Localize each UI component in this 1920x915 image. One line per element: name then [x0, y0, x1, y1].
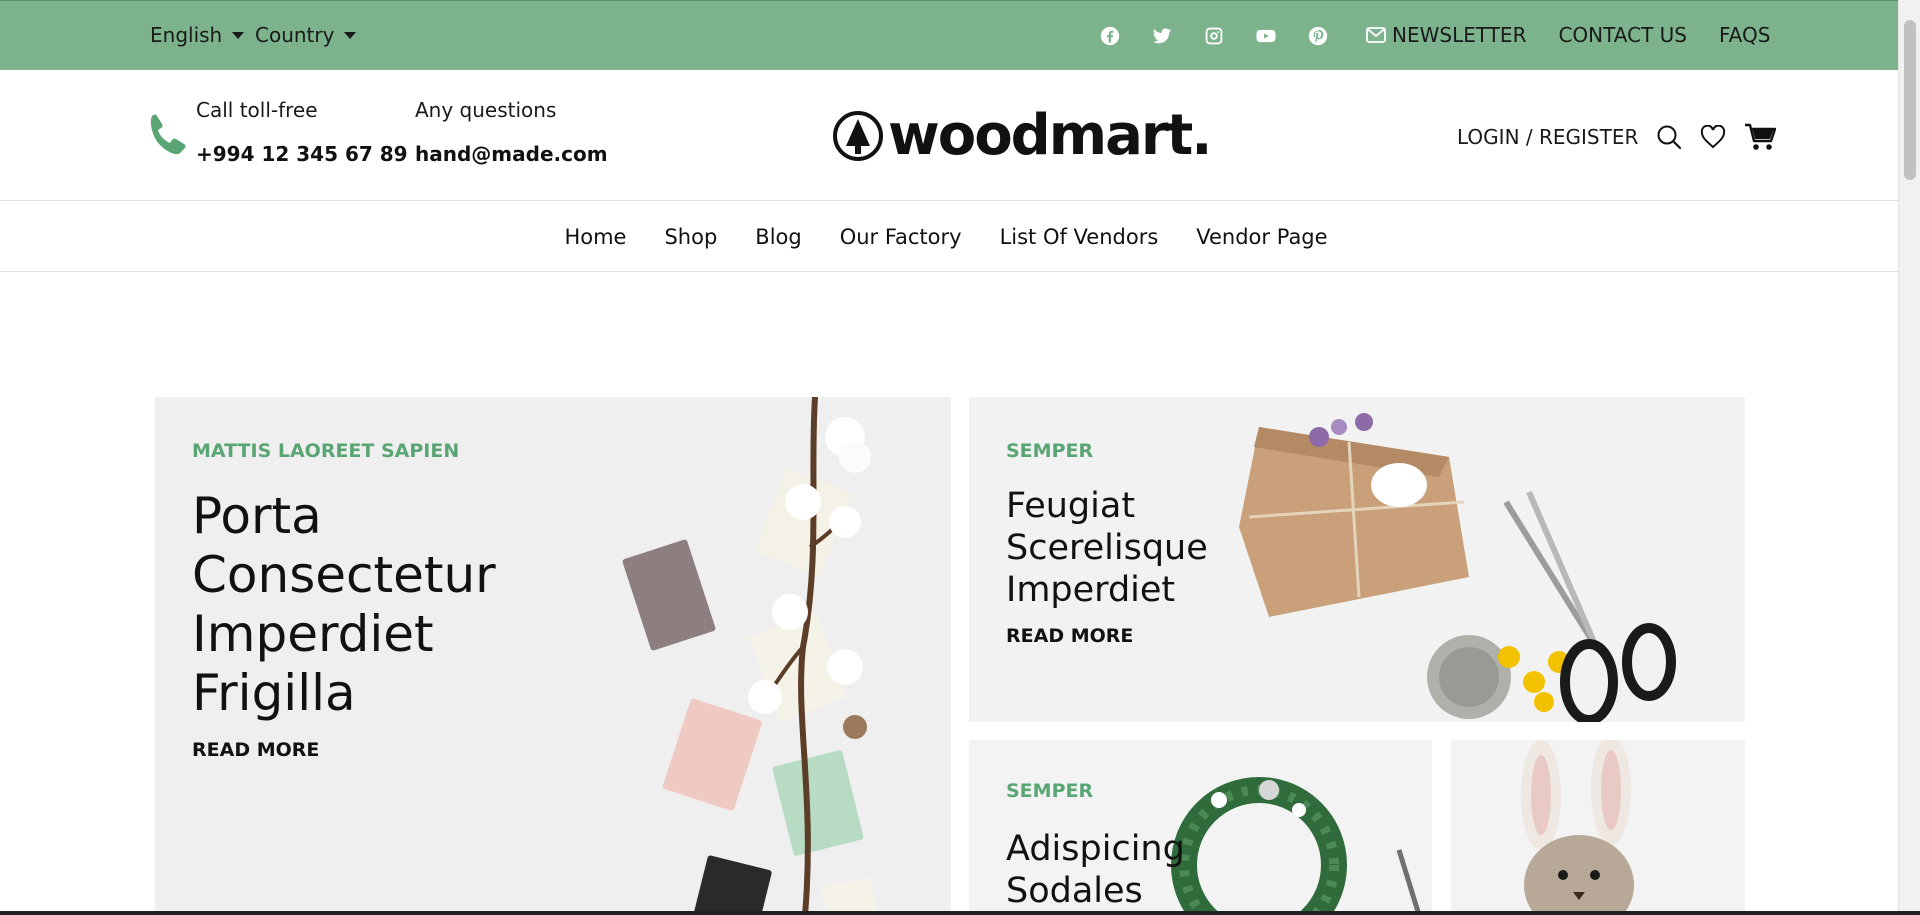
read-more-link[interactable]: READ MORE	[192, 739, 319, 761]
scrollbar-thumb[interactable]	[1904, 20, 1916, 180]
email-address[interactable]: hand@made.com	[415, 142, 608, 166]
country-label: Country	[255, 23, 335, 47]
window-bottom-edge	[0, 911, 1920, 915]
twitter-icon[interactable]	[1152, 26, 1172, 46]
youtube-icon[interactable]	[1256, 26, 1276, 46]
banner-title-line: Sodales	[1006, 871, 1143, 911]
instagram-icon[interactable]	[1204, 26, 1224, 46]
banner-title-line: Frigilla	[192, 664, 356, 722]
chevron-down-icon	[232, 31, 245, 39]
nav-item-vendor-page[interactable]: Vendor Page	[1196, 225, 1327, 249]
banner-title: Feugiat Scerelisque Imperdiet	[1006, 485, 1208, 611]
questions-label: Any questions	[415, 98, 557, 122]
page-scrollbar[interactable]	[1898, 0, 1920, 915]
contact-us-link[interactable]: CONTACT US	[1558, 23, 1687, 47]
social-links	[1100, 26, 1328, 46]
nav-item-shop[interactable]: Shop	[664, 225, 717, 249]
chevron-down-icon	[344, 31, 357, 39]
language-label: English	[150, 23, 223, 47]
newsletter-link[interactable]: NEWSLETTER	[1366, 23, 1526, 47]
banner-top-right[interactable]: SEMPER Feugiat Scerelisque Imperdiet REA…	[969, 397, 1745, 722]
nav-item-our-factory[interactable]: Our Factory	[840, 225, 962, 249]
logo-text: woodmart.	[888, 103, 1213, 168]
facebook-icon[interactable]	[1100, 26, 1120, 46]
banner-eyebrow: SEMPER	[1006, 440, 1094, 462]
bunny-toy-image	[1451, 740, 1745, 915]
faqs-link[interactable]: FAQS	[1719, 23, 1770, 47]
tree-logo-icon	[833, 111, 883, 161]
banner-bottom-right[interactable]	[1451, 740, 1745, 915]
phone-icon	[150, 114, 186, 155]
heart-icon[interactable]	[1700, 125, 1726, 149]
banner-title-line: Scerelisque	[1006, 528, 1208, 568]
top-bar: English Country NEWSLETTER CONTACT US FA…	[0, 0, 1898, 70]
login-register-link[interactable]: LOGIN / REGISTER	[1457, 125, 1638, 149]
banner-eyebrow: SEMPER	[1006, 780, 1094, 802]
call-block: Call toll-free +994 12 345 67 89	[196, 98, 408, 166]
language-selector[interactable]: English	[150, 23, 245, 47]
banner-title-line: Imperdiet	[192, 605, 434, 663]
phone-number[interactable]: +994 12 345 67 89	[196, 142, 408, 166]
site-header: Call toll-free +994 12 345 67 89 Any que…	[0, 70, 1898, 201]
site-logo[interactable]: woodmart.	[832, 103, 1213, 168]
banner-title-line: Adispicing	[1006, 829, 1185, 869]
banner-title-line: Feugiat	[1006, 486, 1136, 526]
banner-title: Porta Consectetur Imperdiet Frigilla	[192, 487, 496, 723]
nav-item-home[interactable]: Home	[564, 225, 626, 249]
questions-block: Any questions hand@made.com	[415, 98, 608, 166]
envelope-icon	[1366, 27, 1386, 43]
banner-eyebrow: MATTIS LAOREET SAPIEN	[192, 440, 460, 462]
nav-item-list-of-vendors[interactable]: List Of Vendors	[1000, 225, 1159, 249]
pinterest-icon[interactable]	[1308, 26, 1328, 46]
call-label: Call toll-free	[196, 98, 318, 122]
read-more-link[interactable]: READ MORE	[1006, 625, 1133, 647]
banner-bottom-middle[interactable]: SEMPER Adispicing Sodales	[969, 740, 1432, 915]
newsletter-label: NEWSLETTER	[1392, 23, 1527, 47]
country-selector[interactable]: Country	[255, 23, 357, 47]
banner-large[interactable]: MATTIS LAOREET SAPIEN Porta Consectetur …	[155, 397, 951, 915]
banner-title-line: Imperdiet	[1006, 570, 1176, 610]
main-navigation: Home Shop Blog Our Factory List Of Vendo…	[0, 202, 1898, 272]
banner-title-line: Consectetur	[192, 546, 496, 604]
search-icon[interactable]	[1656, 124, 1682, 150]
banner-title-line: Porta	[192, 487, 322, 545]
cart-icon[interactable]	[1744, 122, 1777, 152]
banner-title: Adispicing Sodales	[1006, 828, 1185, 912]
nav-item-blog[interactable]: Blog	[755, 225, 801, 249]
